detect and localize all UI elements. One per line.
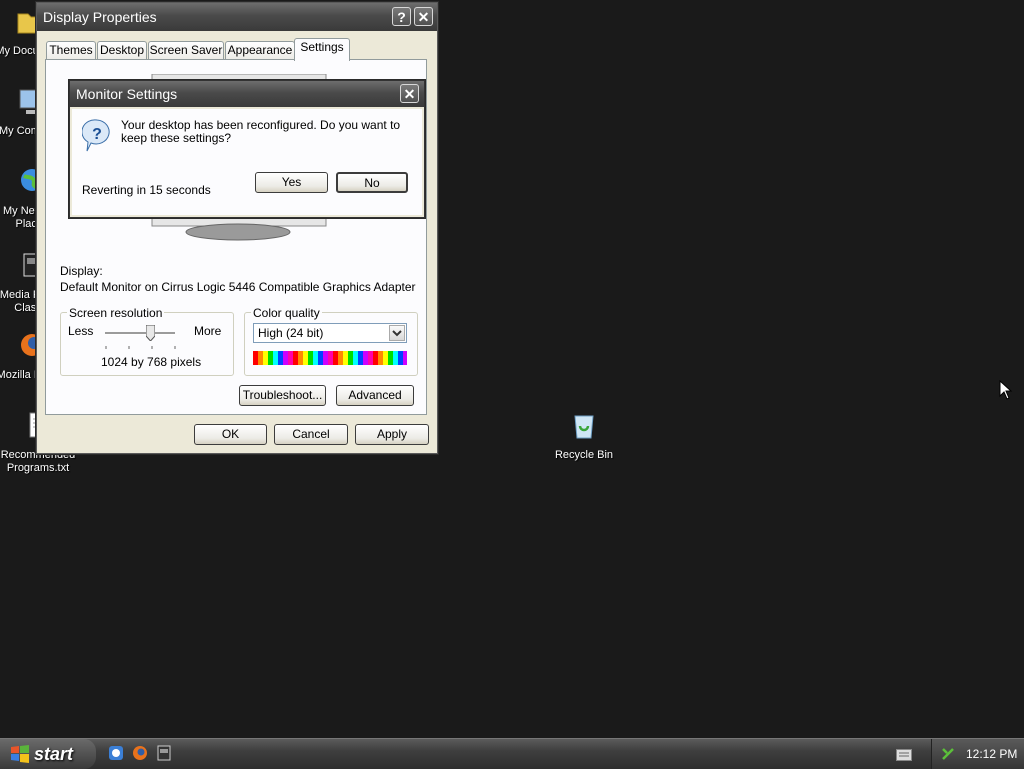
slider-ticks	[105, 346, 176, 349]
svg-text:?: ?	[92, 126, 102, 143]
resolution-less-label: Less	[68, 324, 94, 338]
start-label: start	[34, 744, 74, 764]
recycle-bin-icon	[574, 415, 594, 439]
tab-screen-saver[interactable]: Screen Saver	[148, 41, 224, 60]
dialog-close-button[interactable]: ✕	[400, 84, 419, 103]
desktop-icon-recycle-bin[interactable]: Recycle Bin	[546, 410, 622, 462]
resolution-slider-thumb[interactable]	[145, 324, 156, 342]
tab-appearance[interactable]: Appearance	[225, 41, 295, 60]
windows-logo-icon	[11, 745, 29, 763]
network-icon[interactable]	[940, 746, 956, 762]
no-button[interactable]: No	[336, 172, 408, 193]
screen-resolution-group: Screen resolution Less More 1024 by 768 …	[60, 306, 234, 376]
quick-launch-browser-icon[interactable]	[108, 745, 124, 761]
display-device: Default Monitor on Cirrus Logic 5446 Com…	[60, 280, 416, 294]
yes-button[interactable]: Yes	[255, 172, 328, 193]
dropdown-button[interactable]	[389, 325, 405, 341]
window-title: Display Properties	[43, 9, 157, 25]
dialog-title: Monitor Settings	[76, 86, 178, 102]
color-spectrum-bar	[253, 351, 407, 365]
display-properties-titlebar[interactable]: Display Properties ? ✕	[37, 3, 437, 31]
advanced-button[interactable]: Advanced	[336, 385, 414, 406]
color-quality-select[interactable]: High (24 bit)	[253, 323, 407, 343]
color-quality-title: Color quality	[251, 306, 322, 320]
chevron-down-icon	[392, 330, 402, 337]
monitor-settings-titlebar[interactable]: Monitor Settings ✕	[70, 81, 424, 107]
start-button[interactable]: start	[0, 739, 96, 769]
resolution-more-label: More	[194, 324, 222, 338]
desktop-icon-label: Recycle Bin	[554, 449, 614, 461]
system-tray: 12:12 PM	[931, 739, 1024, 769]
color-quality-group: Color quality High (24 bit)	[244, 306, 418, 376]
troubleshoot-button[interactable]: Troubleshoot...	[239, 385, 326, 406]
apply-button[interactable]: Apply	[355, 424, 429, 445]
dialog-message: Your desktop has been reconfigured. Do y…	[121, 118, 401, 145]
close-button[interactable]: ✕	[414, 7, 433, 26]
keyboard-icon[interactable]	[896, 749, 912, 761]
revert-countdown: Reverting in 15 seconds	[82, 183, 211, 197]
taskbar: start 12:12 PM	[0, 738, 1024, 769]
dialog-body: ? Your desktop has been reconfigured. Do…	[72, 109, 422, 215]
quick-launch-firefox-icon[interactable]	[132, 745, 148, 761]
ok-button[interactable]: OK	[194, 424, 267, 445]
resolution-slider-track[interactable]	[105, 324, 175, 342]
mouse-pointer-icon	[999, 380, 1013, 400]
cancel-button[interactable]: Cancel	[274, 424, 348, 445]
quick-launch-media-icon[interactable]	[156, 745, 172, 761]
tab-settings[interactable]: Settings	[294, 38, 350, 61]
tab-desktop[interactable]: Desktop	[97, 41, 147, 60]
clock[interactable]: 12:12 PM	[966, 739, 1017, 769]
tab-themes[interactable]: Themes	[46, 41, 96, 60]
screen-resolution-title: Screen resolution	[67, 306, 165, 320]
monitor-settings-dialog: Monitor Settings ✕ ? Your desktop has be…	[69, 80, 425, 218]
question-icon: ?	[82, 119, 110, 152]
resolution-value: 1024 by 768 pixels	[101, 355, 202, 369]
color-quality-value: High (24 bit)	[258, 326, 324, 340]
help-button[interactable]: ?	[392, 7, 411, 26]
display-label: Display:	[60, 264, 103, 278]
display-properties-window: Display Properties ? ✕ Themes Desktop Sc…	[36, 2, 438, 454]
